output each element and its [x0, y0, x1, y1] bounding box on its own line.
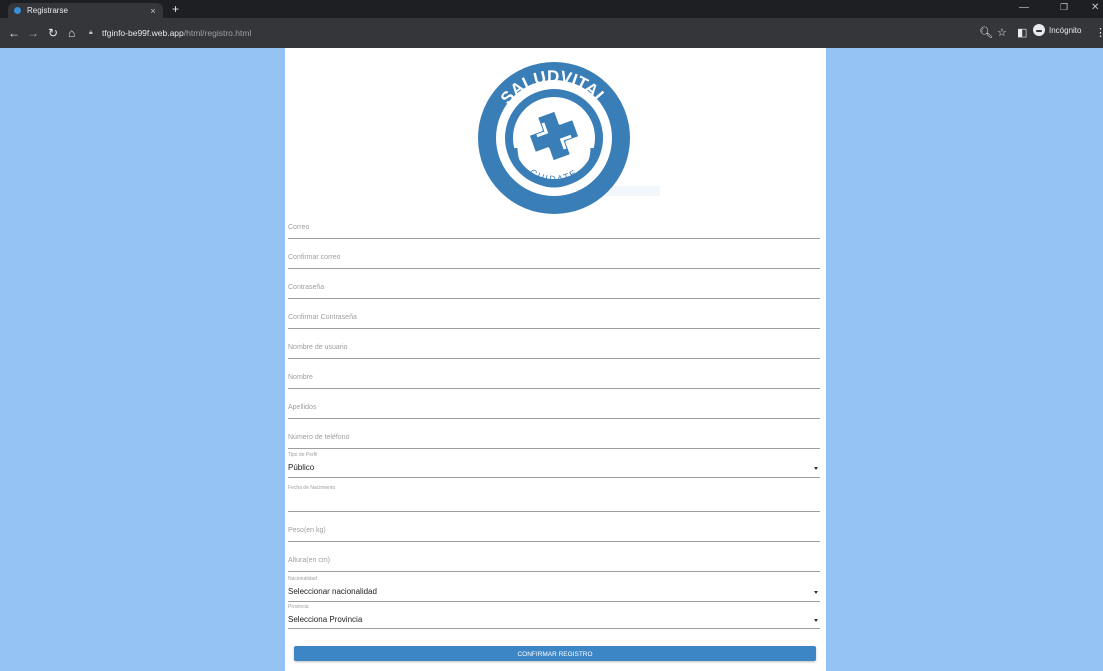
- password-field[interactable]: Contraseña: [288, 281, 820, 299]
- close-icon[interactable]: ✕: [1091, 2, 1099, 13]
- height-placeholder: Altura(en cm): [288, 557, 331, 564]
- username-placeholder: Nombre de usuario: [288, 344, 348, 351]
- menu-icon[interactable]: ⋮: [1095, 26, 1103, 39]
- forward-icon[interactable]: →: [27, 26, 39, 40]
- height-field[interactable]: Altura(en cm): [288, 553, 820, 572]
- name-placeholder: Nombre: [288, 374, 313, 381]
- profile-type-label: Tipo de Perfil: [288, 452, 318, 458]
- province-value: Selecciona Provincia: [288, 615, 363, 624]
- browser-toolbar: ← → ↻ ⌂ 🔒︎ tfginfo-be99f.web.app /html/r…: [0, 18, 1103, 48]
- surname-placeholder: Apellidos: [288, 404, 317, 411]
- birth-date-label: Fecha de Nacimiento: [288, 485, 336, 491]
- lock-icon: 🔒︎: [89, 29, 93, 36]
- tab-title: Registrarse: [27, 6, 68, 15]
- confirm-password-field[interactable]: Confirmar Contraseña: [288, 311, 820, 329]
- province-label: Provincia: [288, 604, 309, 610]
- email-placeholder: Correo: [288, 224, 310, 231]
- birth-date-field[interactable]: Fecha de Nacimiento: [288, 485, 820, 512]
- nationality-select[interactable]: Nacionalidad Seleccionar nacionalidad: [288, 576, 820, 602]
- email-field[interactable]: Correo: [288, 221, 820, 239]
- registration-card: SALUDVITAL CUIDATE Correo Confirmar corr…: [285, 48, 826, 671]
- incognito-profile[interactable]: Incógnito: [1033, 24, 1081, 36]
- favicon-icon: [14, 7, 21, 14]
- name-field[interactable]: Nombre: [288, 371, 820, 389]
- nationality-label: Nacionalidad: [288, 576, 317, 582]
- province-select[interactable]: Provincia Selecciona Provincia: [288, 604, 820, 629]
- nationality-value: Seleccionar nacionalidad: [288, 587, 377, 596]
- reload-icon[interactable]: ↻: [48, 26, 58, 40]
- new-tab-button[interactable]: +: [172, 2, 179, 16]
- side-panel-icon[interactable]: ◧: [1017, 26, 1027, 39]
- profile-type-select[interactable]: Tipo de Perfil Público: [288, 452, 820, 478]
- confirm-email-placeholder: Confirmar correo: [288, 254, 341, 261]
- chevron-down-icon: [814, 619, 818, 622]
- chevron-down-icon: [814, 591, 818, 594]
- restore-icon[interactable]: ❐: [1060, 2, 1068, 13]
- zoom-icon[interactable]: 🔍︎: [979, 26, 993, 39]
- minimize-icon[interactable]: —: [1019, 2, 1029, 13]
- back-icon[interactable]: ←: [8, 26, 20, 40]
- confirm-email-field[interactable]: Confirmar correo: [288, 251, 820, 269]
- confirm-registration-button[interactable]: CONFIRMAR REGISTRO: [294, 646, 816, 661]
- tab-close-icon[interactable]: ×: [147, 6, 159, 16]
- incognito-icon: [1033, 24, 1045, 36]
- chevron-down-icon: [814, 467, 818, 470]
- phone-placeholder: Número de teléfono: [288, 434, 350, 441]
- password-placeholder: Contraseña: [288, 284, 325, 291]
- bookmark-star-icon[interactable]: ☆: [997, 26, 1007, 39]
- home-icon[interactable]: ⌂: [68, 26, 75, 40]
- saludvital-logo: SALUDVITAL CUIDATE: [478, 62, 630, 214]
- phone-field[interactable]: Número de teléfono: [288, 431, 820, 449]
- surname-field[interactable]: Apellidos: [288, 401, 820, 419]
- username-field[interactable]: Nombre de usuario: [288, 341, 820, 359]
- address-bar[interactable]: 🔒︎ tfginfo-be99f.web.app /html/registro.…: [89, 23, 869, 43]
- url-path: /html/registro.html: [183, 28, 252, 38]
- browser-tab[interactable]: Registrarse ×: [8, 3, 163, 18]
- profile-label: Incógnito: [1049, 25, 1082, 35]
- url-domain: tfginfo-be99f.web.app: [102, 28, 184, 38]
- browser-tab-strip: Registrarse × + — ❐ ✕: [0, 0, 1103, 18]
- confirm-password-placeholder: Confirmar Contraseña: [288, 314, 357, 321]
- profile-type-value: Público: [288, 463, 315, 472]
- weight-placeholder: Peso(en kg): [288, 527, 326, 534]
- weight-field[interactable]: Peso(en kg): [288, 523, 820, 542]
